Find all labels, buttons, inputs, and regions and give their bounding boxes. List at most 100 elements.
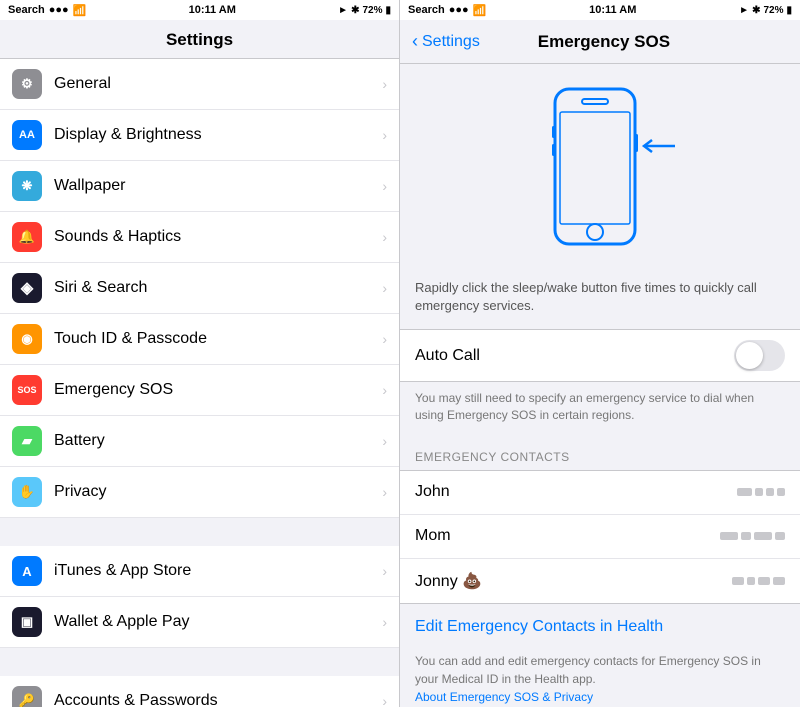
battery-label: Battery — [54, 432, 382, 450]
right-battery-pct: 72% — [763, 5, 783, 16]
arrow-icon — [640, 136, 680, 156]
left-time: 10:11 AM — [86, 4, 338, 16]
settings-header: Settings — [0, 20, 399, 59]
settings-item-siri[interactable]: ◈ Siri & Search › — [0, 263, 399, 314]
group-separator-2 — [0, 648, 399, 676]
right-status-right: ► ✱ 72% ▮ — [739, 5, 792, 16]
auto-call-toggle[interactable] — [734, 340, 785, 371]
touchid-label: Touch ID & Passcode — [54, 330, 382, 348]
blur-block — [737, 488, 752, 496]
left-status-bar: Search ●●● 📶 10:11 AM ► ✱ 72% ▮ — [0, 0, 399, 20]
accounts-label: Accounts & Passwords — [54, 692, 382, 707]
wallet-icon: ▣ — [12, 607, 42, 637]
display-icon: AA — [12, 120, 42, 150]
right-signal: ●●● — [449, 4, 469, 16]
settings-item-display[interactable]: AA Display & Brightness › — [0, 110, 399, 161]
settings-item-wallpaper[interactable]: ❋ Wallpaper › — [0, 161, 399, 212]
edit-note-text: You can add and edit emergency contacts … — [415, 654, 761, 686]
blur-block — [741, 532, 751, 540]
general-label: General — [54, 75, 382, 93]
settings-list: ⚙ General › AA Display & Brightness › ❋ … — [0, 59, 399, 707]
privacy-icon: ✋ — [12, 477, 42, 507]
right-panel: Search ●●● 📶 10:11 AM ► ✱ 72% ▮ ‹ Settin… — [400, 0, 800, 707]
phone-svg — [540, 84, 660, 254]
accounts-icon: 🔑 — [12, 686, 42, 707]
wallet-chevron: › — [382, 614, 387, 630]
blur-block — [758, 577, 770, 585]
left-status-right: ► ✱ 72% ▮ — [338, 5, 391, 16]
sounds-icon: 🔔 — [12, 222, 42, 252]
privacy-chevron: › — [382, 484, 387, 500]
blur-block — [754, 532, 772, 540]
auto-call-label: Auto Call — [415, 347, 734, 365]
itunes-chevron: › — [382, 563, 387, 579]
right-battery-icon: ▮ — [786, 5, 792, 16]
left-bluetooth-icon: ✱ — [351, 5, 359, 16]
settings-item-itunes[interactable]: A iTunes & App Store › — [0, 546, 399, 597]
contact-row-jonny[interactable]: Jonny 💩 — [400, 559, 800, 603]
general-chevron: › — [382, 76, 387, 92]
settings-group-3: 🔑 Accounts & Passwords › ✉ Mail › — [0, 676, 399, 707]
toggle-knob — [736, 342, 763, 369]
contact-row-john[interactable]: John — [400, 471, 800, 515]
group-separator-1 — [0, 518, 399, 546]
left-battery-icon: ▮ — [385, 5, 391, 16]
right-nav-header: ‹ Settings Emergency SOS — [400, 20, 800, 64]
contact-phone-jonny — [732, 577, 785, 585]
settings-item-accounts[interactable]: 🔑 Accounts & Passwords › — [0, 676, 399, 707]
settings-title: Settings — [0, 30, 399, 50]
siri-icon: ◈ — [12, 273, 42, 303]
blur-block — [720, 532, 738, 540]
settings-item-sos[interactable]: SOS Emergency SOS › — [0, 365, 399, 416]
settings-item-privacy[interactable]: ✋ Privacy › — [0, 467, 399, 518]
blur-block — [773, 577, 785, 585]
contact-phone-john — [737, 488, 785, 496]
right-status-bar: Search ●●● 📶 10:11 AM ► ✱ 72% ▮ — [400, 0, 800, 20]
auto-call-note-text: You may still need to specify an emergen… — [415, 391, 754, 422]
left-location-icon: ► — [338, 5, 348, 16]
left-battery-pct: 72% — [362, 5, 382, 16]
right-wifi-icon: 📶 — [473, 4, 487, 17]
right-location-icon: ► — [739, 5, 749, 16]
contact-name-john: John — [415, 483, 737, 501]
touchid-icon: ◉ — [12, 324, 42, 354]
wallpaper-icon: ❋ — [12, 171, 42, 201]
blur-block — [732, 577, 744, 585]
sos-icon: SOS — [12, 375, 42, 405]
edit-contacts-link[interactable]: Edit Emergency Contacts in Health — [400, 604, 800, 644]
left-panel: Search ●●● 📶 10:11 AM ► ✱ 72% ▮ Settings… — [0, 0, 400, 707]
sounds-label: Sounds & Haptics — [54, 228, 382, 246]
settings-item-touchid[interactable]: ◉ Touch ID & Passcode › — [0, 314, 399, 365]
wallet-label: Wallet & Apple Pay — [54, 613, 382, 631]
edit-note: You can add and edit emergency contacts … — [400, 644, 800, 707]
back-button[interactable]: ‹ Settings — [412, 31, 480, 52]
left-signal: ●●● — [49, 4, 69, 16]
about-sos-link[interactable]: About Emergency SOS & Privacy — [415, 690, 593, 704]
contact-name-mom: Mom — [415, 527, 720, 545]
wallpaper-chevron: › — [382, 178, 387, 194]
contact-row-mom[interactable]: Mom — [400, 515, 800, 559]
right-status-left: Search ●●● 📶 — [408, 4, 486, 17]
contacts-list: John Mom Jonny 💩 — [400, 470, 800, 604]
battery-icon: ▰ — [12, 426, 42, 456]
right-time: 10:11 AM — [486, 4, 739, 16]
settings-group-2: A iTunes & App Store › ▣ Wallet & Apple … — [0, 546, 399, 648]
back-label: Settings — [422, 33, 480, 51]
touchid-chevron: › — [382, 331, 387, 347]
blur-block — [766, 488, 774, 496]
settings-item-wallet[interactable]: ▣ Wallet & Apple Pay › — [0, 597, 399, 648]
contact-name-jonny: Jonny 💩 — [415, 571, 732, 591]
right-carrier: Search — [408, 4, 445, 16]
display-chevron: › — [382, 127, 387, 143]
itunes-label: iTunes & App Store — [54, 562, 382, 580]
left-carrier: Search — [8, 4, 45, 16]
sos-chevron: › — [382, 382, 387, 398]
siri-chevron: › — [382, 280, 387, 296]
privacy-label: Privacy — [54, 483, 382, 501]
settings-item-general[interactable]: ⚙ General › — [0, 59, 399, 110]
blur-block — [755, 488, 763, 496]
settings-item-battery[interactable]: ▰ Battery › — [0, 416, 399, 467]
emergency-contacts-title: EMERGENCY CONTACTS — [415, 450, 570, 464]
settings-item-sounds[interactable]: 🔔 Sounds & Haptics › — [0, 212, 399, 263]
blur-block — [775, 532, 785, 540]
